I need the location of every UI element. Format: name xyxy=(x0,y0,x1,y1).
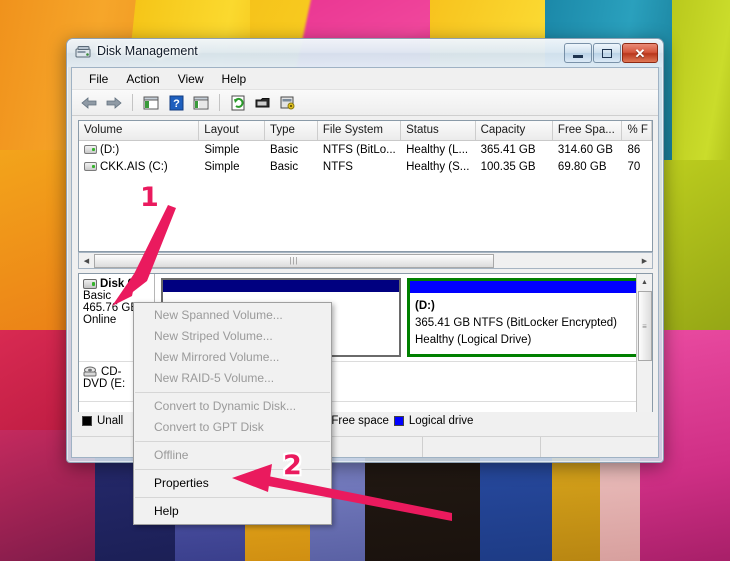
scroll-up-icon[interactable]: ▲ xyxy=(637,274,652,290)
toolbar: ? xyxy=(72,90,658,116)
cell-layout: Simple xyxy=(204,160,240,173)
disk-0-type: Basic xyxy=(83,290,112,302)
cd-rom-icon xyxy=(83,366,98,378)
scroll-left-icon[interactable]: ◀ xyxy=(79,253,94,268)
legend-swatch-unallocated xyxy=(82,416,92,426)
cell-type: Basic xyxy=(269,160,299,173)
horizontal-scrollbar[interactable]: ◀ ||| ▶ xyxy=(78,252,653,269)
column-header-free-space[interactable]: Free Spa... xyxy=(553,121,623,140)
cell-capacity: 100.35 GB xyxy=(480,160,536,173)
partition-d-label: (D:) xyxy=(415,300,435,312)
menu-help[interactable]: Help xyxy=(213,70,256,88)
maximize-icon xyxy=(602,48,612,58)
refresh-icon[interactable] xyxy=(227,92,249,113)
cell-percent-free: 70 xyxy=(627,160,641,173)
status-segment-2 xyxy=(423,437,542,457)
volume-list: Volume Layout Type File System Status Ca… xyxy=(78,120,653,252)
cell-free-space: 69.80 GB xyxy=(557,160,607,173)
context-menu-offline[interactable]: Offline xyxy=(134,445,331,466)
show-hide-action-pane-icon[interactable] xyxy=(190,92,212,113)
table-row[interactable]: CKK.AIS (C:) Simple Basic NTFS Healthy (… xyxy=(79,158,652,175)
svg-text:?: ? xyxy=(173,98,180,110)
context-menu-new-spanned-volume[interactable]: New Spanned Volume... xyxy=(134,305,331,326)
close-button[interactable]: ✕ xyxy=(622,43,658,63)
legend-label-unallocated: Unall xyxy=(97,415,124,427)
cell-percent-free: 86 xyxy=(627,143,641,156)
legend-label-free-space: Free space xyxy=(331,415,389,427)
context-menu-properties[interactable]: Properties xyxy=(134,473,331,494)
window-titlebar[interactable]: Disk Management ✕ xyxy=(67,39,663,67)
scroll-right-icon[interactable]: ▶ xyxy=(637,253,652,268)
drive-icon xyxy=(84,145,97,154)
hard-disk-icon xyxy=(83,279,97,289)
context-menu-new-raid5-volume[interactable]: New RAID-5 Volume... xyxy=(134,368,331,389)
rescan-disks-icon[interactable] xyxy=(277,92,299,113)
minimize-button[interactable] xyxy=(564,43,592,63)
cell-volume: CKK.AIS (C:) xyxy=(100,160,168,173)
partition-d-size-fs: 365.41 GB NTFS (BitLocker Encrypted) xyxy=(415,317,617,329)
status-segment-3 xyxy=(541,437,658,457)
menu-file[interactable]: File xyxy=(80,70,117,88)
legend-label-logical-drive: Logical drive xyxy=(408,415,474,427)
help-icon[interactable]: ? xyxy=(165,92,187,113)
toolbar-separator xyxy=(219,94,220,111)
context-menu-new-mirrored-volume[interactable]: New Mirrored Volume... xyxy=(134,347,331,368)
show-hide-console-tree-icon[interactable] xyxy=(140,92,162,113)
minimize-icon xyxy=(573,54,583,58)
table-row[interactable]: (D:) Simple Basic NTFS (BitLo... Healthy… xyxy=(79,141,652,158)
cell-file-system: NTFS xyxy=(322,160,353,173)
context-menu-new-striped-volume[interactable]: New Striped Volume... xyxy=(134,326,331,347)
cell-status: Healthy (S... xyxy=(406,160,470,173)
partition-color-bar xyxy=(163,280,399,292)
column-header-percent-free[interactable]: % F xyxy=(622,121,652,140)
scrollbar-thumb[interactable]: ||| xyxy=(94,253,494,268)
toolbar-separator xyxy=(132,94,133,111)
cell-volume: (D:) xyxy=(100,143,120,156)
legend-swatch-logical-drive xyxy=(393,416,404,426)
disk-context-menu: New Spanned Volume... New Striped Volume… xyxy=(133,302,332,525)
cell-layout: Simple xyxy=(204,143,240,156)
disk-0-name: Disk 0 xyxy=(100,278,134,290)
cell-free-space: 314.60 GB xyxy=(557,143,613,156)
scrollbar-grip: ||| xyxy=(289,256,299,265)
cell-status: Healthy (L... xyxy=(406,143,469,156)
cell-file-system: NTFS (BitLo... xyxy=(322,143,396,156)
close-icon: ✕ xyxy=(634,45,646,61)
partition-d-status: Healthy (Logical Drive) xyxy=(415,334,532,346)
cell-type: Basic xyxy=(269,143,299,156)
properties-icon[interactable] xyxy=(252,92,274,113)
window-title: Disk Management xyxy=(97,44,198,58)
scrollbar-grip: ≡ xyxy=(642,321,648,331)
partition-color-bar xyxy=(410,281,643,293)
cell-capacity: 365.41 GB xyxy=(480,143,536,156)
maximize-button[interactable] xyxy=(593,43,621,63)
context-menu-separator xyxy=(135,392,330,393)
disk-management-icon xyxy=(75,45,92,61)
forward-icon[interactable] xyxy=(103,92,125,113)
menubar: File Action View Help xyxy=(72,68,658,90)
context-menu-convert-to-dynamic-disk[interactable]: Convert to Dynamic Disk... xyxy=(134,396,331,417)
volume-list-header: Volume Layout Type File System Status Ca… xyxy=(79,121,652,141)
partition-logical-d[interactable]: (D:) 365.41 GB NTFS (BitLocker Encrypted… xyxy=(407,278,646,357)
column-header-status[interactable]: Status xyxy=(401,121,476,140)
context-menu-help[interactable]: Help xyxy=(134,501,331,522)
menu-action[interactable]: Action xyxy=(117,70,168,88)
context-menu-separator xyxy=(135,441,330,442)
context-menu-convert-to-gpt-disk[interactable]: Convert to GPT Disk xyxy=(134,417,331,438)
cdrom-name: CD- xyxy=(101,366,122,378)
column-header-volume[interactable]: Volume xyxy=(79,121,200,140)
column-header-file-system[interactable]: File System xyxy=(318,121,402,140)
menu-view[interactable]: View xyxy=(169,70,213,88)
column-header-layout[interactable]: Layout xyxy=(199,121,265,140)
graph-vertical-scrollbar[interactable]: ▲ ≡ ▼ xyxy=(636,274,652,429)
column-header-type[interactable]: Type xyxy=(265,121,318,140)
column-header-capacity[interactable]: Capacity xyxy=(476,121,553,140)
back-icon[interactable] xyxy=(78,92,100,113)
context-menu-separator xyxy=(135,497,330,498)
scrollbar-thumb[interactable]: ≡ xyxy=(638,291,652,361)
context-menu-separator xyxy=(135,469,330,470)
drive-icon xyxy=(84,162,97,171)
